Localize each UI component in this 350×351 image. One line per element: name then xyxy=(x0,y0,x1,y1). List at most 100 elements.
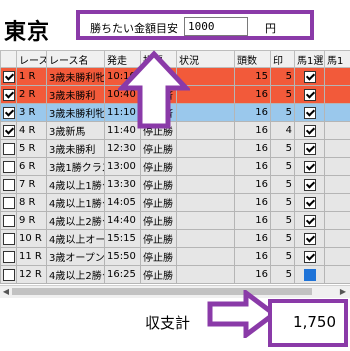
cell-time: 12:30 xyxy=(104,139,141,158)
cell-vote: 停止勝 xyxy=(140,175,177,194)
cell-name: 4歳以上オー xyxy=(46,229,105,248)
race-checkbox[interactable] xyxy=(3,268,15,281)
cell-race: 9 R xyxy=(16,211,47,230)
cell-mark: 5 xyxy=(270,211,295,230)
pick-checkbox[interactable] xyxy=(303,178,316,191)
cell-race: 7 R xyxy=(16,175,47,194)
cell-pick xyxy=(294,157,325,176)
target-amount-unit: 円 xyxy=(265,22,276,35)
race-checkbox[interactable] xyxy=(3,142,15,155)
race-row[interactable]: 9 R4歳以上2勝クラ14:40停止勝 165 xyxy=(0,211,350,230)
cell-pick xyxy=(294,121,325,140)
col-race-name[interactable]: レース名 xyxy=(46,50,105,68)
race-checkbox[interactable] xyxy=(3,88,15,101)
cell-horse1 xyxy=(324,67,350,86)
race-row[interactable]: 12 R4歳以上2勝クラ16:25停止勝 165 xyxy=(0,265,350,284)
cell-name: 3歳オープン xyxy=(46,247,105,266)
cell-check xyxy=(0,139,17,158)
cell-heads: 16 xyxy=(234,193,271,212)
race-checkbox[interactable] xyxy=(3,214,15,227)
cell-name: 3歳新馬 xyxy=(46,121,105,140)
col-race[interactable]: レース xyxy=(16,50,47,68)
col-check[interactable] xyxy=(0,50,17,68)
race-row[interactable]: 6 R3歳1勝クラス13:00停止勝 165 xyxy=(0,157,350,176)
col-mark[interactable]: 印 xyxy=(270,50,295,68)
cell-name: 4歳以上1勝クラ xyxy=(46,175,105,194)
race-checkbox[interactable] xyxy=(3,178,15,191)
race-row[interactable]: 5 R 3歳未勝利 12:30 停止勝 16 5 xyxy=(0,139,350,158)
pick-checkbox[interactable] xyxy=(303,250,316,263)
scroll-right-icon[interactable]: ▶ xyxy=(338,287,348,297)
race-row[interactable]: 7 R4歳以上1勝クラ13:30停止勝 165 xyxy=(0,175,350,194)
cell-name: 4歳以上2勝クラ xyxy=(46,211,105,230)
target-amount-input[interactable]: 1000 xyxy=(184,17,248,36)
cell-mark: 5 xyxy=(270,193,295,212)
horizontal-scrollbar[interactable]: ◀ ▶ xyxy=(0,285,350,298)
cell-race: 8 R xyxy=(16,193,47,212)
cell-pick xyxy=(294,211,325,230)
cell-check xyxy=(0,247,17,266)
cell-horse1 xyxy=(324,139,350,158)
cell-check xyxy=(0,85,17,104)
pick-checkbox[interactable] xyxy=(303,70,316,83)
pick-checkbox[interactable] xyxy=(303,196,316,209)
cell-mark: 5 xyxy=(270,103,295,122)
pick-checkbox[interactable] xyxy=(303,268,316,281)
cell-mark: 5 xyxy=(270,139,295,158)
col-heads[interactable]: 頭数 xyxy=(234,50,271,68)
cell-horse1 xyxy=(324,103,350,122)
cell-name: 3歳未勝利 xyxy=(46,85,105,104)
cell-check xyxy=(0,175,17,194)
cell-horse1 xyxy=(324,229,350,248)
pick-checkbox[interactable] xyxy=(303,214,316,227)
total-label: 収支計 xyxy=(145,314,191,332)
col-pick[interactable]: 馬1選 xyxy=(294,50,325,68)
cell-name: 4歳以上2勝クラ xyxy=(46,265,105,284)
cell-status xyxy=(176,211,235,230)
total-value: 1,750 xyxy=(293,313,336,331)
col-horse1[interactable]: 馬1 xyxy=(324,50,350,68)
cell-horse1 xyxy=(324,265,350,284)
cell-race: 11 R xyxy=(16,247,47,266)
cell-horse1 xyxy=(324,85,350,104)
cell-status xyxy=(176,157,235,176)
pick-checkbox[interactable] xyxy=(303,232,316,245)
race-checkbox[interactable] xyxy=(3,124,15,137)
cell-race: 2 R xyxy=(16,85,47,104)
pick-checkbox[interactable] xyxy=(303,88,316,101)
cell-check xyxy=(0,67,17,86)
arrow-up-icon xyxy=(118,50,190,129)
cell-race: 6 R xyxy=(16,157,47,176)
cell-heads: 16 xyxy=(234,229,271,248)
cell-check xyxy=(0,229,17,248)
cell-status xyxy=(176,139,235,158)
pick-checkbox[interactable] xyxy=(303,106,316,119)
cell-status xyxy=(176,265,235,284)
cell-check xyxy=(0,103,17,122)
race-checkbox[interactable] xyxy=(3,106,15,119)
cell-time: 16:25 xyxy=(104,265,141,284)
cell-race: 3 R xyxy=(16,103,47,122)
race-checkbox[interactable] xyxy=(3,196,15,209)
cell-vote: 停止勝 xyxy=(140,265,177,284)
scroll-left-icon[interactable]: ◀ xyxy=(1,287,11,297)
race-row[interactable]: 10 R 4歳以上オー 15:15 停止勝 16 5 xyxy=(0,229,350,248)
pick-checkbox[interactable] xyxy=(303,160,316,173)
race-row[interactable]: 11 R 3歳オープン 15:50 停止勝 16 5 xyxy=(0,247,350,266)
cell-vote: 停止勝 xyxy=(140,193,177,212)
race-checkbox[interactable] xyxy=(3,250,15,263)
cell-vote: 停止勝 xyxy=(140,211,177,230)
cell-vote: 停止勝 xyxy=(140,229,177,248)
cell-mark: 5 xyxy=(270,265,295,284)
cell-mark: 4 xyxy=(270,121,295,140)
race-checkbox[interactable] xyxy=(3,160,15,173)
pick-checkbox[interactable] xyxy=(303,124,316,137)
race-checkbox[interactable] xyxy=(3,70,15,83)
pick-checkbox[interactable] xyxy=(303,142,316,155)
race-checkbox[interactable] xyxy=(3,232,15,245)
cell-status xyxy=(176,193,235,212)
cell-pick xyxy=(294,229,325,248)
cell-pick xyxy=(294,139,325,158)
race-row[interactable]: 8 R4歳以上1勝クラ14:05停止勝 165 xyxy=(0,193,350,212)
cell-name: 3歳1勝クラス xyxy=(46,157,105,176)
